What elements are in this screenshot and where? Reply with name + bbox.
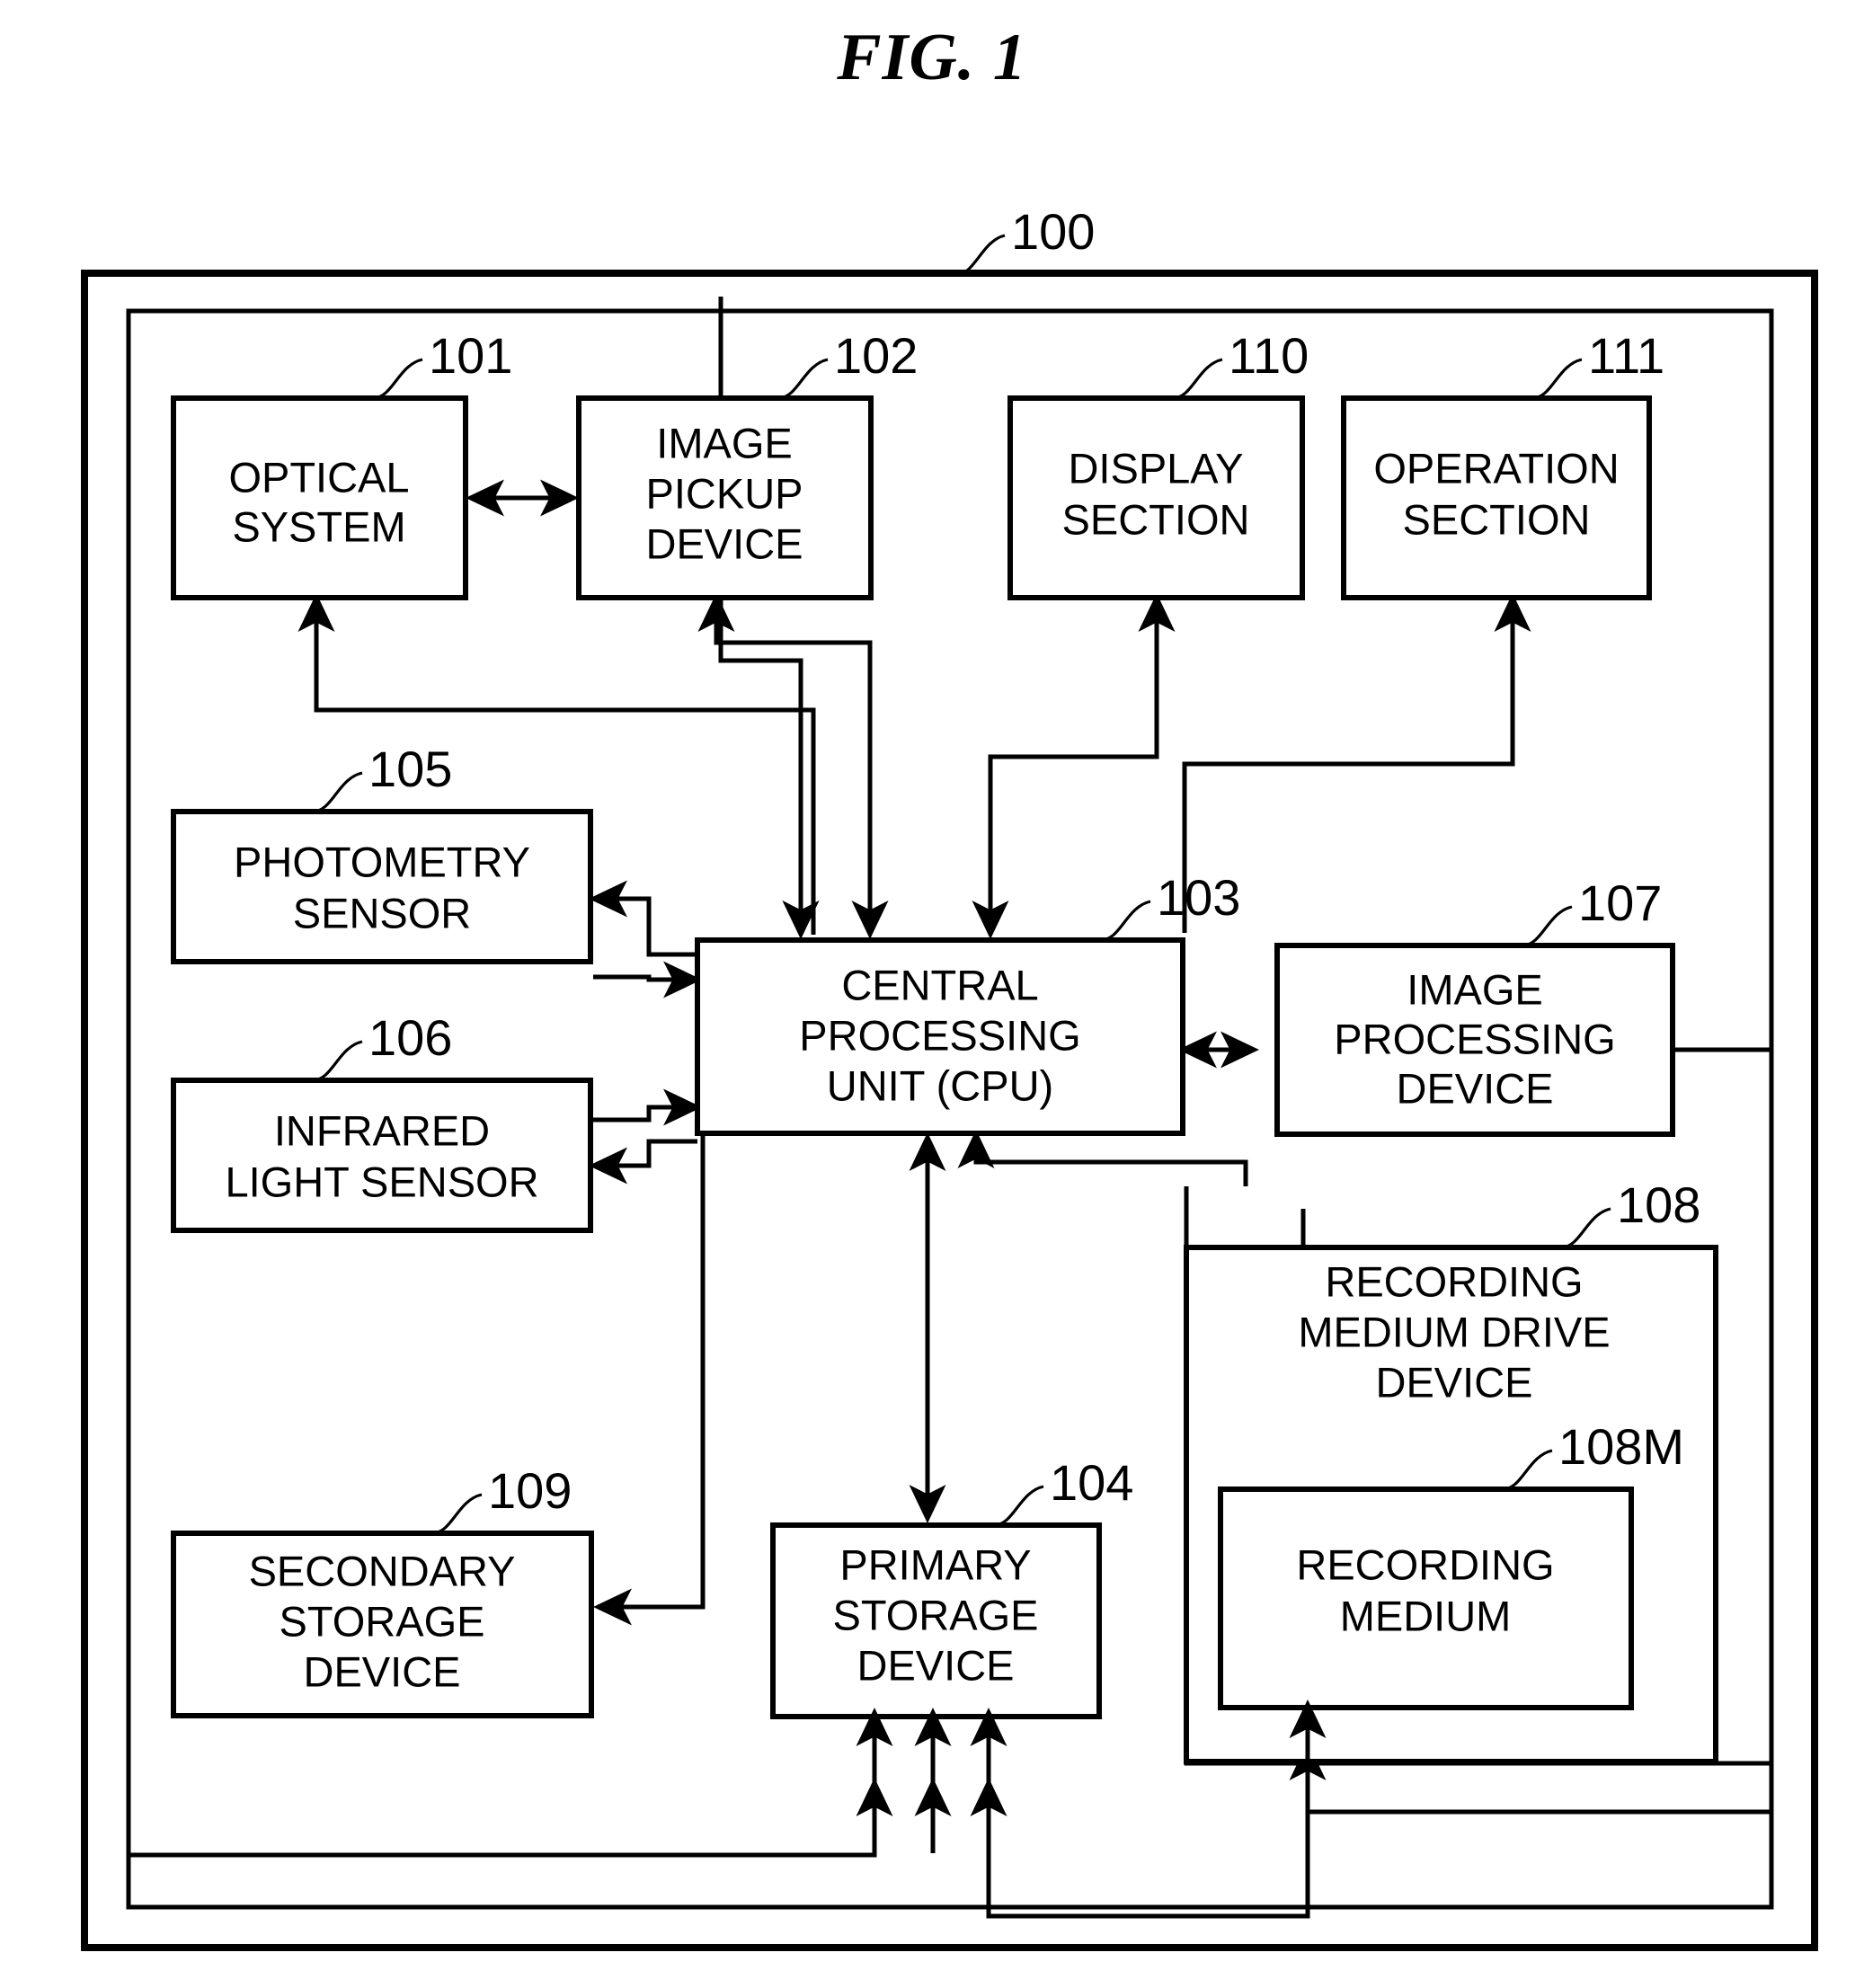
display-section-label-line2: SECTION (1062, 495, 1250, 543)
conn-cpu-to-photometry (588, 880, 697, 957)
display-section-label-line1: DISPLAY (1068, 444, 1243, 492)
secondary-storage-label-line2: STORAGE (280, 1597, 485, 1645)
operation-section-label-line2: SECTION (1403, 495, 1591, 543)
ref-108-text: 108 (1617, 1176, 1700, 1233)
ref-callout-105: 105 (312, 741, 452, 813)
infrared-sensor-label-line1: INFRARED (274, 1106, 490, 1154)
block-recording-medium[interactable]: RECORDING MEDIUM (1218, 1487, 1634, 1710)
image-processing-label-line1: IMAGE (1407, 965, 1542, 1013)
block-infrared-light-sensor[interactable]: INFRARED LIGHT SENSOR (171, 1078, 593, 1233)
primary-storage-label-line1: PRIMARY (839, 1540, 1031, 1588)
block-diagram-canvas: OPTICAL SYSTEM IMAGE PICKUP DEVICE DISPL… (81, 203, 1818, 1951)
ref-105-text: 105 (368, 741, 452, 797)
conn-medium-bus-to-primary (970, 1744, 1310, 1919)
primary-storage-label-line2: STORAGE (833, 1591, 1039, 1638)
ref-100-text: 100 (1011, 203, 1095, 260)
block-image-pickup-device[interactable]: IMAGE PICKUP DEVICE (576, 395, 874, 600)
image-processing-label-line2: PROCESSING (1334, 1015, 1615, 1062)
ref-103-text: 103 (1157, 869, 1240, 926)
ref-101-text: 101 (429, 327, 512, 384)
recording-drive-label-line1: RECORDING (1325, 1257, 1583, 1305)
secondary-storage-label-line1: SECONDARY (249, 1547, 516, 1594)
infrared-sensor-label-line2: LIGHT SENSOR (225, 1158, 538, 1205)
image-pickup-label-line1: IMAGE (656, 419, 792, 466)
primary-storage-label-line3: DEVICE (857, 1641, 1015, 1689)
ref-callout-103: 103 (1100, 869, 1240, 942)
conn-pickup-to-cpu (718, 297, 820, 940)
ref-callout-101: 101 (372, 327, 512, 400)
image-pickup-label-line2: PICKUP (646, 469, 803, 517)
conn-infrared-to-cpu (593, 1088, 703, 1126)
conn-cpu-to-display (988, 592, 1176, 935)
conn-bus-to-secondary (592, 1134, 706, 1626)
ref-callout-108: 108 (1560, 1176, 1700, 1249)
secondary-storage-label-line3: DEVICE (304, 1647, 461, 1695)
operation-section-label-line1: OPERATION (1373, 444, 1619, 492)
conn-cpu-to-infrared (588, 1139, 697, 1185)
image-processing-label-line3: DEVICE (1397, 1064, 1554, 1112)
block-display-section[interactable]: DISPLAY SECTION (1007, 395, 1305, 600)
ref-110-text: 110 (1229, 327, 1309, 384)
ref-callout-100: 100 (954, 203, 1095, 277)
block-primary-storage-device[interactable]: PRIMARY STORAGE DEVICE (770, 1522, 1102, 1719)
ref-callout-110: 110 (1172, 327, 1309, 400)
recording-drive-label-line3: DEVICE (1376, 1358, 1533, 1406)
optical-system-label-line1: OPTICAL (228, 453, 409, 501)
block-photometry-sensor[interactable]: PHOTOMETRY SENSOR (171, 809, 593, 964)
cpu-label-line2: PROCESSING (799, 1011, 1080, 1059)
conn-drive-to-cpu (957, 1129, 1248, 1186)
ref-104-text: 104 (1050, 1454, 1133, 1511)
photometry-sensor-label-line1: PHOTOMETRY (234, 838, 530, 885)
conn-bottom-a-to-primary (129, 1777, 893, 1858)
ref-callout-109: 109 (431, 1462, 572, 1535)
cpu-label-line3: UNIT (CPU) (827, 1061, 1053, 1109)
ref-callout-106: 106 (312, 1009, 452, 1082)
block-operation-section[interactable]: OPERATION SECTION (1341, 395, 1652, 600)
conn-photometry-to-cpu (593, 961, 703, 998)
cpu-label-line1: CENTRAL (841, 961, 1038, 1008)
ref-106-text: 106 (368, 1009, 452, 1066)
ref-109-text: 109 (488, 1462, 572, 1519)
ref-108M-text: 108M (1558, 1418, 1684, 1475)
optical-system-label-line2: SYSTEM (232, 502, 405, 550)
ref-callout-102: 102 (777, 327, 918, 400)
image-pickup-label-line3: DEVICE (646, 519, 803, 567)
recording-medium-label-line2: MEDIUM (1340, 1592, 1512, 1639)
ref-callout-107: 107 (1522, 874, 1662, 947)
block-image-processing-device[interactable]: IMAGE PROCESSING DEVICE (1274, 943, 1675, 1137)
recording-drive-label-line2: MEDIUM DRIVE (1298, 1308, 1610, 1355)
ref-callout-111: 111 (1531, 327, 1664, 400)
ref-111-text: 111 (1588, 327, 1664, 384)
conn-cpu-to-pickup (697, 592, 873, 935)
block-optical-system[interactable]: OPTICAL SYSTEM (171, 395, 468, 600)
ref-107-text: 107 (1578, 874, 1662, 931)
ref-102-text: 102 (834, 327, 918, 384)
photometry-sensor-label-line2: SENSOR (293, 889, 472, 936)
recording-medium-label-line1: RECORDING (1296, 1540, 1554, 1588)
figure-page: FIG. 1 OPTICAL SYSTEM IMAGE PICKUP DEVIC… (0, 0, 1864, 1988)
block-secondary-storage-device[interactable]: SECONDARY STORAGE DEVICE (171, 1531, 594, 1718)
block-cpu[interactable]: CENTRAL PROCESSING UNIT (CPU) (695, 937, 1185, 1136)
ref-callout-104: 104 (993, 1454, 1133, 1527)
